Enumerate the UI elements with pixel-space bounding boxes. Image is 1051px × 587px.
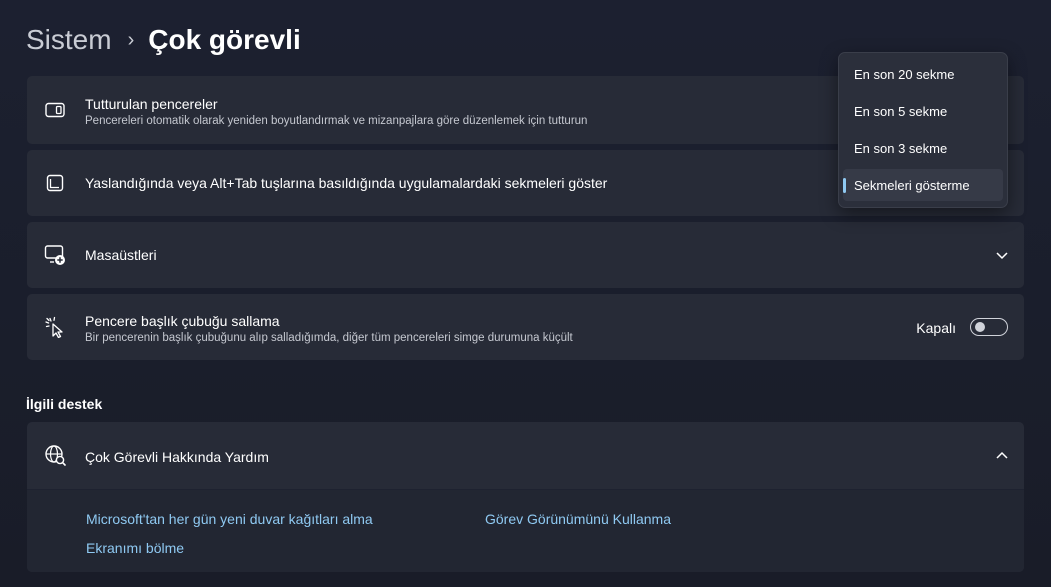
setting-description: Bir pencerenin başlık çubuğunu alıp sall… (85, 332, 573, 344)
chevron-down-icon[interactable] (994, 247, 1010, 263)
add-desktop-icon (43, 243, 67, 267)
settings-page: Sistem › Çok görevli Tutturulan pencerel… (0, 0, 1051, 587)
help-link-wallpapers[interactable]: Microsoft'tan her gün yeni duvar kağıtla… (86, 511, 373, 527)
dropdown-option-selected[interactable]: Sekmeleri gösterme (843, 169, 1003, 201)
help-links: Microsoft'tan her gün yeni duvar kağıtla… (27, 490, 1024, 572)
setting-title: Pencere başlık çubuğu sallama (85, 313, 280, 329)
dropdown-option[interactable]: En son 20 sekme (843, 58, 1003, 90)
globe-search-icon (44, 444, 68, 468)
help-link-split-screen[interactable]: Ekranımı bölme (86, 540, 184, 556)
page-title: Çok görevli (148, 24, 301, 55)
dropdown-option[interactable]: En son 5 sekme (843, 95, 1003, 127)
help-expander-header[interactable]: Çok Görevli Hakkında Yardım (27, 422, 1024, 490)
setting-title: Masaüstleri (85, 247, 157, 263)
help-link-task-view[interactable]: Görev Görünümünü Kullanma (485, 511, 671, 527)
shake-cursor-icon (43, 315, 67, 339)
selection-indicator (843, 178, 846, 193)
dropdown-option-label: Sekmeleri gösterme (854, 177, 970, 193)
shake-toggle[interactable] (970, 318, 1008, 336)
toggle-state-label: Kapalı (916, 320, 956, 336)
breadcrumb-parent-link[interactable]: Sistem (26, 24, 112, 56)
setting-title-bar-shake[interactable]: Pencere başlık çubuğu sallama Bir pencer… (27, 294, 1024, 360)
section-heading: İlgili destek (26, 396, 103, 412)
breadcrumb: Sistem › Çok görevli (26, 22, 301, 58)
setting-title: Yaslandığında veya Alt+Tab tuşlarına bas… (85, 175, 608, 191)
setting-desktops[interactable]: Masaüstleri (27, 222, 1024, 288)
tabs-icon (43, 171, 67, 195)
chevron-up-icon[interactable] (994, 448, 1010, 464)
dropdown-option[interactable]: En son 3 sekme (843, 132, 1003, 164)
setting-title: Tutturulan pencereler (85, 96, 218, 112)
tabs-dropdown-menu: En son 20 sekme En son 5 sekme En son 3 … (838, 52, 1008, 208)
setting-description: Pencereleri otomatik olarak yeniden boyu… (85, 115, 588, 127)
toggle-knob (975, 322, 985, 332)
help-card: Çok Görevli Hakkında Yardım Microsoft'ta… (27, 422, 1024, 572)
snap-layout-icon (43, 98, 67, 122)
breadcrumb-separator-icon: › (127, 28, 135, 51)
help-title: Çok Görevli Hakkında Yardım (85, 449, 269, 465)
